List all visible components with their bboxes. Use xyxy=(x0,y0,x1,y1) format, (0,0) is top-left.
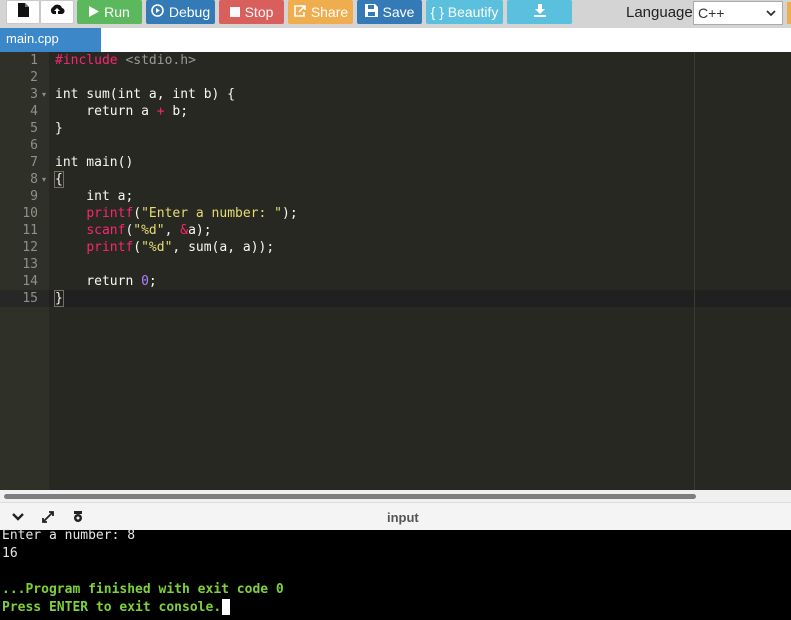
code-line: printf("%d", sum(a, a)); xyxy=(86,240,275,255)
upload-button[interactable] xyxy=(40,0,74,24)
line-number: 11 xyxy=(22,223,38,238)
horizontal-scrollbar[interactable] xyxy=(0,490,791,502)
fold-toggle-icon[interactable]: ▾ xyxy=(42,86,46,103)
active-line-highlight xyxy=(49,290,791,307)
new-file-button[interactable] xyxy=(6,0,40,24)
save-label: Save xyxy=(382,4,415,20)
line-number: 8 xyxy=(30,172,38,187)
tab-strip: main.cpp xyxy=(0,28,791,52)
io-panel-title: input xyxy=(387,510,419,525)
settings-icon[interactable] xyxy=(71,510,85,527)
code-line: return a + b; xyxy=(55,104,189,119)
new-file-icon xyxy=(17,0,29,24)
overflow-button[interactable] xyxy=(787,2,791,24)
console-output[interactable]: Enter a number: 8 16 ...Program finished… xyxy=(0,528,791,620)
console-prompt: Press ENTER to exit console. xyxy=(2,600,222,615)
share-label: Share xyxy=(310,4,349,20)
code-line: int a; xyxy=(55,189,134,204)
beautify-button[interactable]: { } Beautify xyxy=(426,0,503,24)
collapse-icon[interactable] xyxy=(11,510,25,526)
line-number: 13 xyxy=(22,257,38,272)
run-button[interactable]: Run xyxy=(77,0,142,24)
code-line: scanf("%d", &a); xyxy=(86,223,212,238)
download-button[interactable] xyxy=(507,0,572,24)
console-exit-message: ...Program finished with exit code 0 xyxy=(2,582,284,597)
language-label: Language xyxy=(626,4,693,21)
code-line: return 0; xyxy=(55,274,157,289)
scrollbar-thumb[interactable] xyxy=(4,494,696,499)
line-number: 10 xyxy=(22,206,38,221)
code-line: printf("Enter a number: "); xyxy=(86,206,298,221)
debug-button[interactable]: Debug xyxy=(146,0,215,24)
line-number: 9 xyxy=(30,189,38,204)
line-number: 14 xyxy=(22,274,38,289)
code-editor[interactable]: 1 2 3 4 5 6 7 8 9 10 11 12 13 14 15 ▾ ▾ … xyxy=(0,52,791,490)
share-icon xyxy=(293,0,306,24)
print-margin xyxy=(694,52,695,490)
debug-icon xyxy=(151,0,164,24)
code-line: int sum(int a, int b) { xyxy=(55,87,236,102)
console-line: Enter a number: 8 xyxy=(2,528,136,543)
line-number: 12 xyxy=(22,240,38,255)
line-number: 7 xyxy=(30,155,38,170)
stop-label: Stop xyxy=(244,4,274,20)
stop-button[interactable]: Stop xyxy=(219,0,284,24)
save-icon xyxy=(364,0,378,24)
line-number: 15 xyxy=(22,291,38,306)
line-number: 6 xyxy=(30,138,38,153)
upload-icon xyxy=(49,0,65,24)
line-number: 5 xyxy=(30,121,38,136)
debug-label: Debug xyxy=(168,4,211,20)
code-line: } xyxy=(55,121,63,136)
save-button[interactable]: Save xyxy=(357,0,422,24)
code-line: int main() xyxy=(55,155,134,170)
line-number: 4 xyxy=(30,104,38,119)
play-icon xyxy=(89,0,100,24)
share-button[interactable]: Share xyxy=(288,0,353,24)
tab-label: main.cpp xyxy=(6,31,59,46)
run-label: Run xyxy=(104,4,130,20)
tab-main-cpp[interactable]: main.cpp xyxy=(0,28,101,52)
code-line: { xyxy=(54,171,64,188)
expand-icon[interactable] xyxy=(41,510,55,527)
language-value: C++ xyxy=(698,5,725,21)
line-number: 3 xyxy=(30,87,38,102)
language-select[interactable]: C++ xyxy=(693,1,783,25)
beautify-label: { } Beautify xyxy=(430,4,499,20)
stop-icon xyxy=(229,0,240,24)
download-icon xyxy=(533,0,546,24)
console-prompt-line: Press ENTER to exit console. xyxy=(2,599,231,617)
code-line: } xyxy=(54,290,64,307)
code-line: #include <stdio.h> xyxy=(55,53,196,68)
line-number: 1 xyxy=(30,53,38,68)
text-cursor xyxy=(222,599,231,615)
console-line: 16 xyxy=(2,546,18,561)
fold-toggle-icon[interactable]: ▾ xyxy=(42,171,46,188)
line-number: 2 xyxy=(30,70,38,85)
toolbar: Run Debug Stop Share Save { } Beautify L… xyxy=(0,0,791,28)
